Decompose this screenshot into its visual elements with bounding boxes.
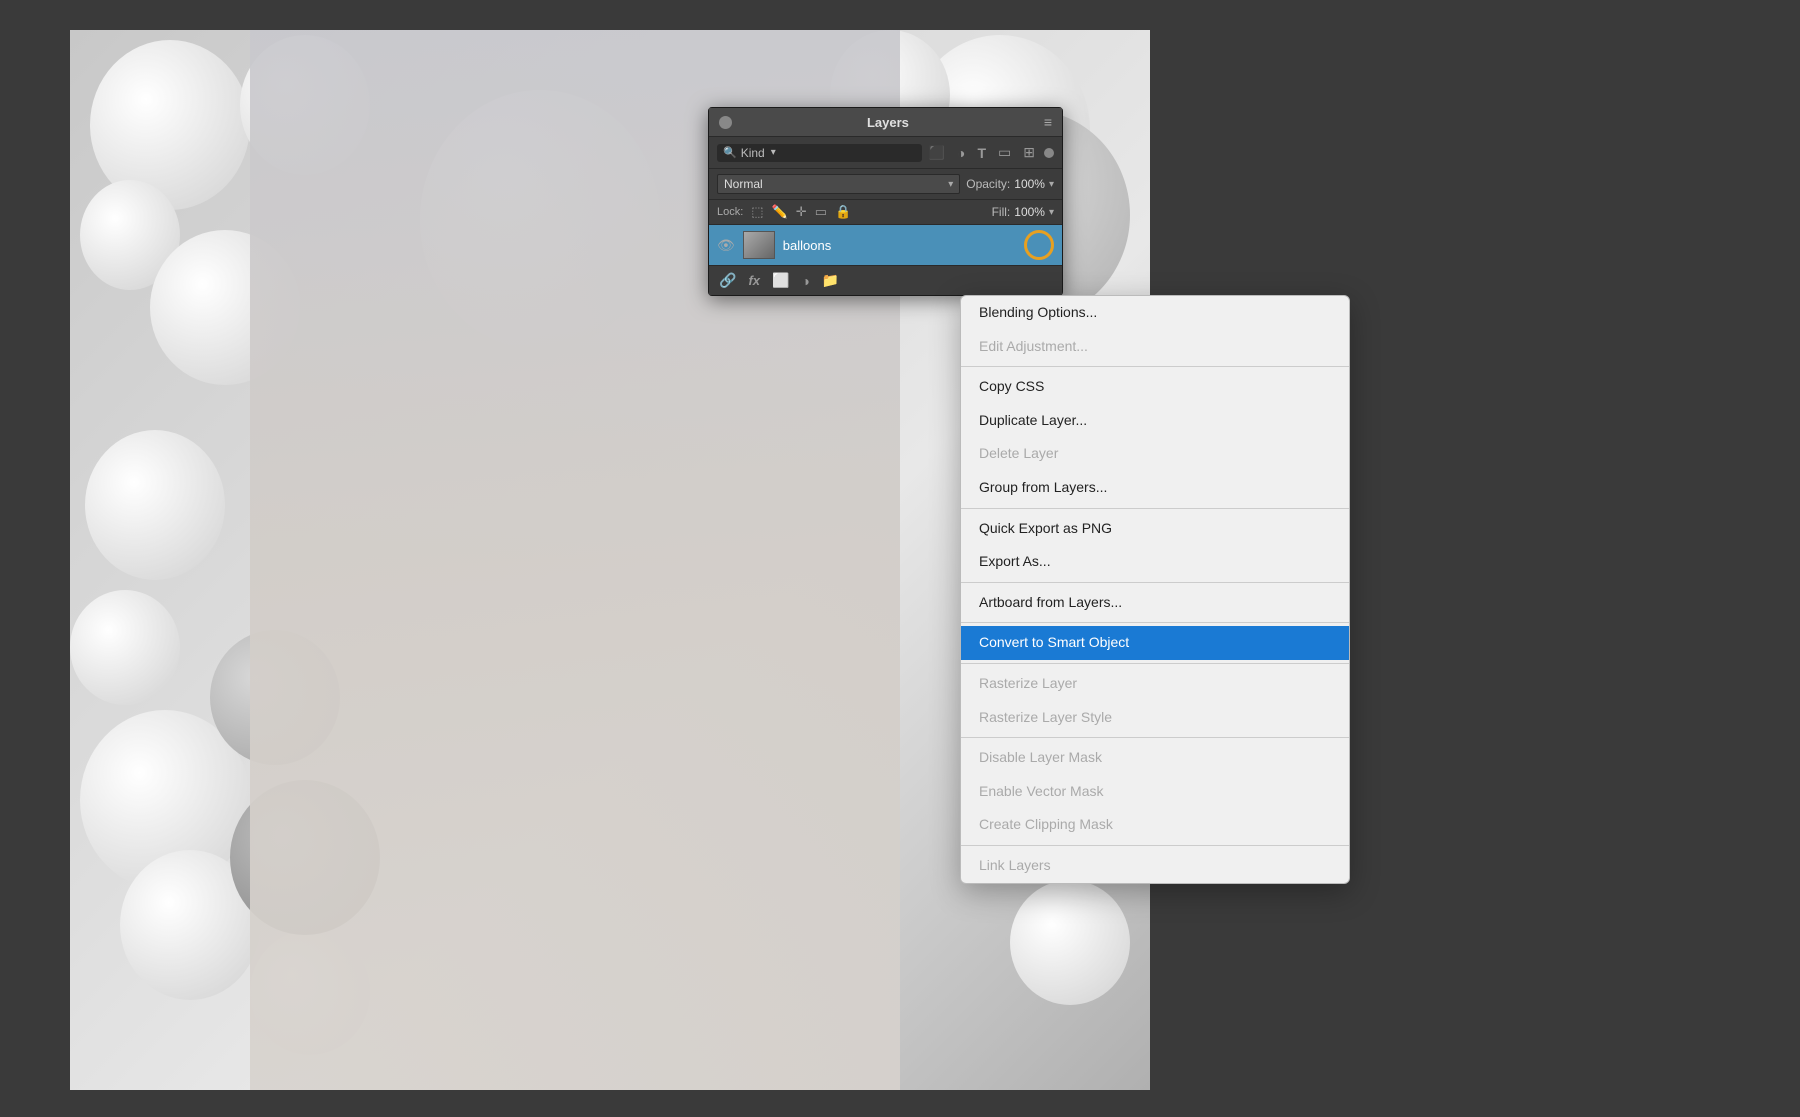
layers-panel: Layers ≡ 🔍 Kind ▾ ⬛ ◑ T ▭ ⊞ <box>708 107 1063 296</box>
opacity-value[interactable]: 100% <box>1014 177 1045 191</box>
filter-search[interactable]: 🔍 Kind ▾ <box>717 144 922 162</box>
fill-row: Fill: 100% ▾ <box>992 205 1054 219</box>
menu-item-quick-export[interactable]: Quick Export as PNG <box>961 512 1349 546</box>
filter-adjustment-icon[interactable]: ◑ <box>954 143 968 163</box>
menu-item-convert-to-smart-object[interactable]: Convert to Smart Object <box>961 626 1349 660</box>
panel-menu-icon[interactable]: ≡ <box>1044 114 1052 130</box>
fx-icon[interactable]: fx <box>748 273 760 288</box>
opacity-label: Opacity: <box>966 177 1010 191</box>
lock-all-icon[interactable]: 🔒 <box>835 204 851 220</box>
balloon-decoration <box>70 590 180 705</box>
opacity-row: Opacity: 100% ▾ <box>966 177 1054 191</box>
link-icon[interactable]: 🔗 <box>719 272 736 289</box>
blend-dropdown-arrow: ▾ <box>948 179 953 190</box>
lock-paint-icon[interactable]: ✏️ <box>772 204 788 220</box>
kind-label: Kind <box>741 146 765 160</box>
separator-separator7 <box>961 845 1349 846</box>
lock-artboard-icon[interactable]: ▭ <box>815 204 827 220</box>
menu-item-duplicate-layer[interactable]: Duplicate Layer... <box>961 404 1349 438</box>
layer-name-label: balloons <box>783 238 1016 253</box>
balloon-decoration <box>85 430 225 580</box>
menu-item-group-from-layers[interactable]: Group from Layers... <box>961 471 1349 505</box>
filter-shape-icon[interactable]: ▭ <box>995 142 1014 163</box>
layer-visibility-icon[interactable]: 👁 <box>717 237 735 254</box>
balloon-decoration <box>1010 880 1130 1005</box>
layers-filter-row: 🔍 Kind ▾ ⬛ ◑ T ▭ ⊞ <box>709 137 1062 169</box>
filter-icons-row: ⬛ ◑ T ▭ ⊞ <box>926 142 1054 163</box>
menu-item-rasterize-layer-style: Rasterize Layer Style <box>961 701 1349 735</box>
menu-item-rasterize-layer: Rasterize Layer <box>961 667 1349 701</box>
fill-value[interactable]: 100% <box>1014 205 1045 219</box>
fill-dropdown-arrow: ▾ <box>1049 207 1054 218</box>
separator-separator4 <box>961 622 1349 623</box>
filter-pixel-icon[interactable]: ⬛ <box>926 143 948 163</box>
menu-item-link-layers: Link Layers <box>961 849 1349 883</box>
lock-transparent-icon[interactable]: ⬚ <box>751 204 763 220</box>
separator-separator5 <box>961 663 1349 664</box>
layers-lock-row: Lock: ⬚ ✏️ ✛ ▭ 🔒 Fill: 100% ▾ <box>709 200 1062 225</box>
fill-label: Fill: <box>992 205 1011 219</box>
adjustment-icon[interactable]: ◑ <box>801 273 809 289</box>
lock-label: Lock: <box>717 206 743 218</box>
separator-separator6 <box>961 737 1349 738</box>
blend-mode-select[interactable]: Normal ▾ <box>717 174 960 194</box>
canvas-area: Layers ≡ 🔍 Kind ▾ ⬛ ◑ T ▭ ⊞ <box>0 0 1800 1117</box>
separator-separator2 <box>961 508 1349 509</box>
menu-item-export-as[interactable]: Export As... <box>961 545 1349 579</box>
panel-close-button[interactable] <box>719 116 732 129</box>
menu-item-copy-css[interactable]: Copy CSS <box>961 370 1349 404</box>
context-menu: Blending Options...Edit Adjustment... Cop… <box>960 295 1350 884</box>
opacity-dropdown-arrow: ▾ <box>1049 179 1054 190</box>
mask-icon[interactable]: ⬜ <box>772 272 789 289</box>
separator-separator3 <box>961 582 1349 583</box>
menu-item-artboard-from-layers[interactable]: Artboard from Layers... <box>961 586 1349 620</box>
search-icon: 🔍 <box>723 146 737 159</box>
dropdown-arrow: ▾ <box>771 147 776 158</box>
menu-item-enable-vector-mask: Enable Vector Mask <box>961 775 1349 809</box>
layers-titlebar: Layers ≡ <box>709 108 1062 137</box>
layer-thumb-image <box>744 232 774 258</box>
panel-title: Layers <box>867 115 909 130</box>
layer-thumbnail <box>743 231 775 259</box>
layer-options-badge[interactable] <box>1024 230 1054 260</box>
filter-smart-icon[interactable]: ⊞ <box>1020 142 1038 163</box>
separator-separator1 <box>961 366 1349 367</box>
lock-move-icon[interactable]: ✛ <box>796 204 807 220</box>
lock-icons: ⬚ ✏️ ✛ ▭ 🔒 <box>751 204 851 220</box>
menu-item-create-clipping-mask: Create Clipping Mask <box>961 808 1349 842</box>
filter-toggle-dot[interactable] <box>1044 148 1054 158</box>
menu-item-disable-layer-mask: Disable Layer Mask <box>961 741 1349 775</box>
menu-item-delete-layer: Delete Layer <box>961 437 1349 471</box>
layer-item-balloons[interactable]: 👁 balloons <box>709 225 1062 265</box>
layers-footer: 🔗 fx ⬜ ◑ 📁 <box>709 265 1062 295</box>
filter-text-icon[interactable]: T <box>974 143 989 163</box>
folder-icon[interactable]: 📁 <box>822 272 839 289</box>
blend-mode-label: Normal <box>724 177 763 191</box>
layers-blend-row: Normal ▾ Opacity: 100% ▾ <box>709 169 1062 200</box>
menu-item-blending-options[interactable]: Blending Options... <box>961 296 1349 330</box>
menu-item-edit-adjustment: Edit Adjustment... <box>961 330 1349 364</box>
